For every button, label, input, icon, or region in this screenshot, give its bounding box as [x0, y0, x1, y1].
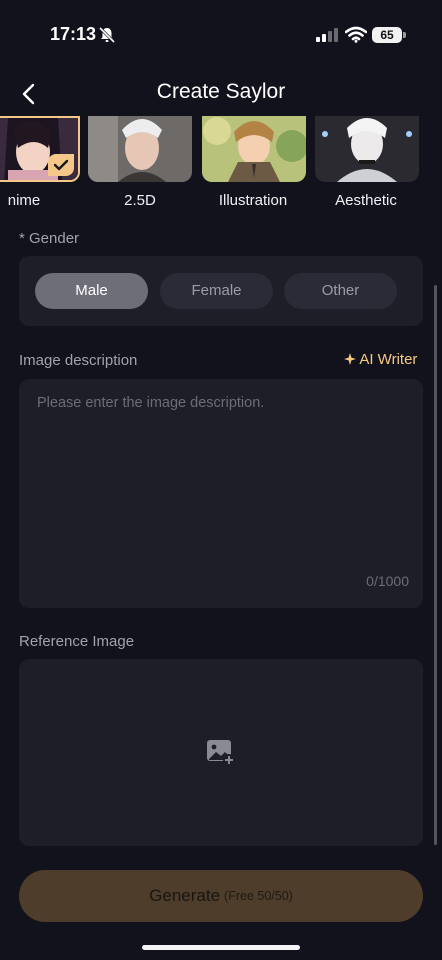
gender-label: * Gender	[19, 230, 80, 247]
2-5d-portrait-image	[88, 116, 192, 182]
page-title: Create Saylor	[156, 80, 286, 103]
style-thumb-illustration[interactable]	[202, 116, 306, 182]
battery-indicator: 65	[372, 27, 402, 43]
gender-option-other[interactable]: Other	[284, 273, 397, 309]
image-description-input[interactable]	[19, 379, 423, 608]
status-time: 17:13	[50, 24, 97, 44]
sparkle-icon	[344, 353, 356, 365]
gender-option-female[interactable]: Female	[160, 273, 273, 309]
reference-image-label: Reference Image	[19, 633, 135, 650]
back-chevron-icon[interactable]	[18, 82, 40, 106]
generate-button[interactable]: Generate (Free 50/50)	[19, 870, 423, 922]
scrollbar[interactable]	[434, 285, 437, 845]
home-indicator[interactable]	[142, 945, 300, 950]
ai-writer-button[interactable]: AI Writer	[344, 351, 417, 368]
generate-label: Generate	[149, 886, 221, 905]
image-description-label: Image description	[19, 352, 138, 369]
gender-selector: Male Female Other	[19, 256, 423, 326]
reference-image-upload[interactable]	[19, 659, 423, 846]
bell-muted-icon	[98, 26, 116, 44]
style-thumb-aesthetic[interactable]	[315, 116, 419, 182]
checkmark-icon	[53, 159, 69, 171]
cellular-signal-icon	[316, 28, 338, 42]
generate-free-count: (Free 50/50)	[224, 889, 293, 903]
selected-check-badge	[48, 154, 74, 176]
style-thumb-anime[interactable]	[0, 116, 80, 182]
style-thumb-2-5d[interactable]	[88, 116, 192, 182]
style-label-aesthetic: Aesthetic	[335, 192, 397, 209]
style-label-illustration: Illustration	[218, 192, 288, 209]
battery-tip	[403, 32, 406, 38]
add-image-icon	[207, 740, 235, 766]
character-counter: 0/1000	[366, 573, 409, 589]
aesthetic-portrait-image	[315, 116, 419, 182]
style-carousel[interactable]: nime 2.5D Illustration Aesthetic	[0, 116, 442, 220]
gender-option-male[interactable]: Male	[35, 273, 148, 309]
illustration-portrait-image	[202, 116, 306, 182]
style-label-2-5d: 2.5D	[124, 192, 156, 209]
style-label-anime: nime	[7, 192, 41, 209]
wifi-icon	[345, 26, 367, 43]
ai-writer-label: AI Writer	[359, 351, 418, 368]
image-description-box: 0/1000	[19, 379, 423, 608]
